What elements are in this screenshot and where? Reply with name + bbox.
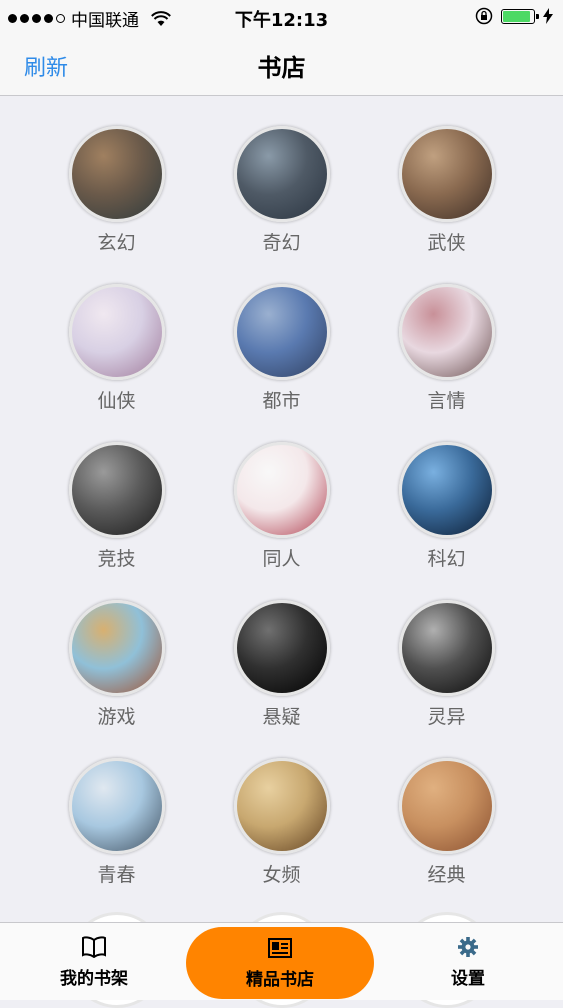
category-cover-image[interactable] [398, 442, 495, 538]
category-label: 经典 [427, 864, 466, 886]
store-icon [268, 937, 292, 958]
category-label: 女频 [262, 864, 301, 886]
category-label: 同人 [262, 548, 301, 570]
category-item[interactable]: 青春 [34, 758, 199, 916]
category-cover-image[interactable] [398, 600, 495, 696]
category-item[interactable]: 玄幻 [34, 126, 199, 284]
tab-bookshelf-label: 我的书架 [60, 968, 128, 989]
tab-bar: 我的书架 精品书店 设置 [0, 922, 563, 1000]
category-cover-image[interactable] [233, 442, 330, 538]
tab-settings-label: 设置 [451, 968, 485, 989]
category-item[interactable]: 竞技 [34, 442, 199, 600]
category-cover-image[interactable] [68, 126, 165, 222]
status-right [475, 7, 553, 25]
category-cover-image[interactable] [233, 758, 330, 854]
category-item[interactable]: 女频 [199, 758, 364, 916]
category-label: 青春 [97, 864, 136, 886]
category-cover-image[interactable] [68, 758, 165, 854]
category-item[interactable]: 经典 [364, 758, 529, 916]
category-cover-image[interactable] [398, 758, 495, 854]
category-item[interactable]: 都市 [199, 284, 364, 442]
category-grid: 玄幻 奇幻 武侠仙侠 都市 言情竞技 同人 科幻游戏 悬疑 灵异青春 女频 经典 [34, 126, 529, 916]
rotation-lock-icon [475, 7, 493, 25]
category-label: 奇幻 [262, 232, 301, 254]
category-label: 科幻 [427, 548, 466, 570]
category-item[interactable]: 科幻 [364, 442, 529, 600]
navigation-bar: 刷新 书店 [0, 34, 563, 96]
category-label: 言情 [427, 390, 466, 412]
category-cover-image[interactable] [68, 284, 165, 380]
tab-bookshelf[interactable]: 我的书架 [4, 923, 184, 1001]
category-cover-image[interactable] [68, 600, 165, 696]
category-item[interactable]: 灵异 [364, 600, 529, 758]
category-cover-image[interactable] [68, 442, 165, 538]
tab-settings[interactable]: 设置 [378, 923, 558, 1001]
category-label: 竞技 [97, 548, 136, 570]
category-label: 玄幻 [97, 232, 136, 254]
category-cover-image[interactable] [398, 284, 495, 380]
category-label: 仙侠 [97, 390, 136, 412]
category-item[interactable]: 游戏 [34, 600, 199, 758]
status-bar: 中国联通 下午12:13 [0, 0, 563, 34]
gear-icon [458, 936, 478, 957]
category-cover-image[interactable] [233, 126, 330, 222]
category-cover-image[interactable] [398, 126, 495, 222]
category-item[interactable]: 同人 [199, 442, 364, 600]
tab-store-label: 精品书店 [246, 969, 314, 990]
category-label: 灵异 [427, 706, 466, 728]
battery-level [503, 10, 530, 22]
category-item[interactable]: 奇幻 [199, 126, 364, 284]
category-cover-image[interactable] [233, 284, 330, 380]
category-item[interactable]: 言情 [364, 284, 529, 442]
tab-store[interactable]: 精品书店 [186, 927, 374, 999]
charging-bolt-icon [543, 8, 553, 24]
battery-icon [501, 8, 539, 24]
category-item[interactable]: 仙侠 [34, 284, 199, 442]
category-item[interactable]: 悬疑 [199, 600, 364, 758]
category-cover-image[interactable] [233, 600, 330, 696]
page-title: 书店 [257, 54, 306, 82]
book-icon [82, 935, 106, 958]
category-item[interactable]: 武侠 [364, 126, 529, 284]
category-label: 武侠 [427, 232, 466, 254]
category-label: 都市 [262, 390, 301, 412]
category-label: 游戏 [97, 706, 136, 728]
category-label: 悬疑 [262, 706, 301, 728]
